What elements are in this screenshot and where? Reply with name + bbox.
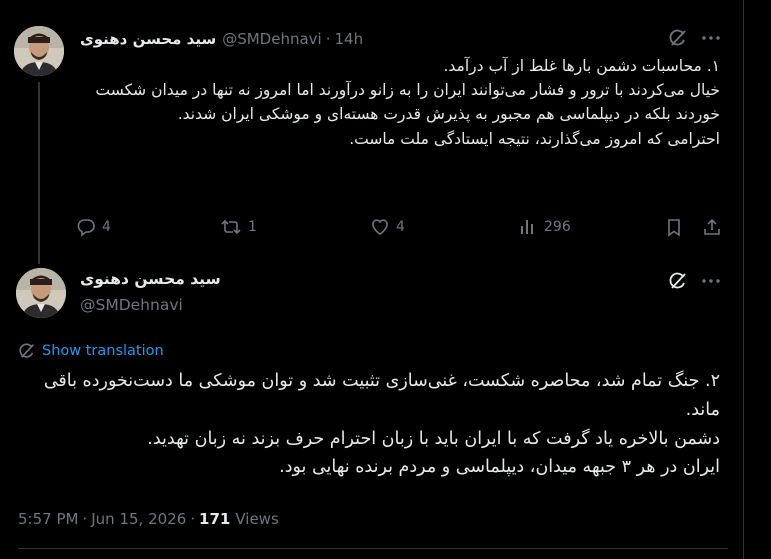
author-avatar[interactable] [14,26,64,76]
reply-icon [77,219,95,237]
share-button[interactable] [702,212,728,242]
tweet1-header: سید محسن دهنوی @SMDehnavi · 14h [80,28,363,50]
author-avatar-main[interactable] [16,268,66,318]
repost-count: 1 [248,219,257,235]
tweet2-text: ۲. جنگ تمام شد، محاصره شکست، غنی‌سازی تث… [43,371,720,478]
reply-count: 4 [102,219,111,235]
repost-button[interactable]: 1 [220,212,257,242]
views-icon [521,220,533,234]
views-button[interactable]: 296 [518,212,571,242]
bookmark-icon [668,219,680,237]
main-author-name[interactable]: سید محسن دهنوی [80,270,221,288]
post-time[interactable]: 5:57 PM [18,510,78,528]
like-count: 4 [396,219,405,235]
views-label: Views [235,510,279,528]
like-button[interactable]: 4 [370,212,405,242]
show-translation-link[interactable]: Show translation [18,340,164,362]
conversation-panel: سید محسن دهنوی @SMDehnavi · 14h ۱. محاسب… [0,0,744,559]
like-icon [372,219,388,235]
tweet-meta: 5:57 PM · Jun 15, 2026 · 171 Views [18,508,279,530]
divider [18,548,728,549]
tweet-time[interactable]: 14h [335,30,364,48]
repost-icon [221,219,241,235]
more-icon[interactable] [700,270,722,292]
translate-icon [19,343,34,358]
share-icon [704,218,720,235]
meta-dot-1: · [82,510,88,528]
scrollbar-track[interactable] [745,0,771,559]
show-translation-label[interactable]: Show translation [42,343,164,359]
separator-dot: · [325,30,331,48]
reply-button[interactable]: 4 [76,212,111,242]
post-date[interactable]: Jun 15, 2026 [91,510,186,528]
thread-connector [38,82,40,264]
more-icon[interactable] [700,27,722,49]
grok-icon[interactable] [667,270,689,292]
author-handle[interactable]: @SMDehnavi [222,30,322,48]
tweet1-text: ۱. محاسبات دشمن بارها غلط از آب درآمد. خ… [95,57,720,148]
bookmark-button[interactable] [664,212,690,242]
main-author-handle[interactable]: @SMDehnavi [80,296,183,314]
tweet1-actions: 4 1 4 296 [76,212,726,242]
grok-icon[interactable] [667,27,689,49]
views-count: 296 [544,219,571,235]
author-name[interactable]: سید محسن دهنوی [80,30,216,48]
views-total: 171 [199,510,231,528]
meta-dot-2: · [190,510,196,528]
